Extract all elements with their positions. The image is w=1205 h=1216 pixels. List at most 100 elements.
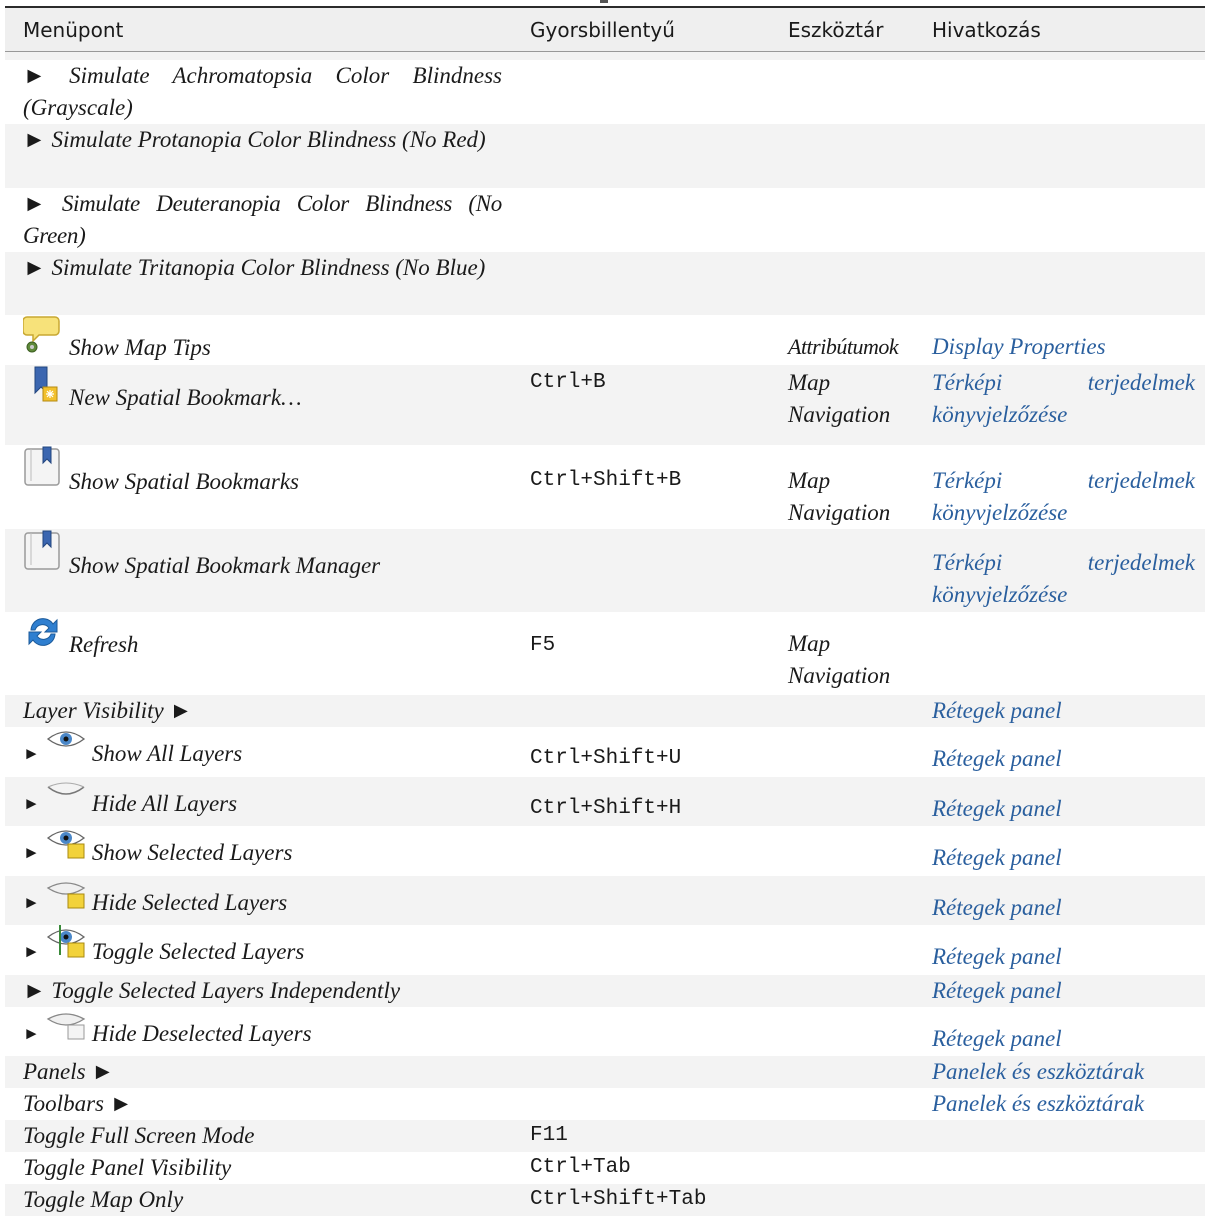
menu-item-label: Hide All Layers [91,791,238,816]
toolbar-cell [778,529,922,612]
menu-item-label: Toolbars ► [5,1088,512,1120]
shortcut-cell [512,925,778,975]
shortcut-cell [512,876,778,925]
new-bookmark-icon [23,365,63,414]
menu-item-cell: ► Hide All Layers [5,777,512,826]
table-row: ► Toggle Selected Layers Independently R… [5,975,1205,1007]
header-menupont: Menüpont [5,6,512,52]
menu-item-label: ► Toggle Selected Layers Independently [5,975,512,1007]
link-cell[interactable] [922,188,1205,252]
submenu-arrow: ► [23,1024,40,1043]
refresh-icon [23,612,63,661]
menu-item-cell: Refresh [5,612,512,695]
eye-closed-selected-icon [46,876,86,919]
menu-reference-table: Menüpont Gyorsbillentyű Eszköztár Hivatk… [5,6,1205,1216]
link-cell[interactable]: Rétegek panel [922,695,1205,727]
menu-item-cell: New Spatial Bookmark… [5,365,512,445]
menu-item-label: Hide Deselected Layers [91,1021,312,1046]
toolbar-cell [778,695,922,727]
shortcut-cell [512,695,778,727]
menu-item-label: Show Selected Layers [91,840,293,865]
toolbar-cell [778,975,922,1007]
bookmarks-icon [23,445,63,498]
toolbar-cell [778,60,922,124]
toolbar-cell [778,826,922,876]
menu-item-label: ► Simulate Tritanopia Color Blindness (N… [5,252,512,315]
link-cell[interactable]: Térképi terjedelmek könyvjelzőzése [922,445,1205,529]
menu-item-label: Show All Layers [91,741,243,766]
shortcut-cell [512,1056,778,1088]
menu-item-label: Hide Selected Layers [91,890,288,915]
header-toolbar: Eszköztár [778,6,922,52]
shortcut-cell: Ctrl+Shift+B [512,445,778,529]
shortcut-cell [512,1007,778,1056]
table-row: ► Simulate Tritanopia Color Blindness (N… [5,252,1205,315]
link-cell[interactable]: Térképi terjedelmek könyvjelzőzése [922,529,1205,612]
table-row: Show Map Tips Attribútumok Display Prope… [5,315,1205,365]
toolbar-cell: Map Navigation [778,365,922,445]
shortcut-cell: Ctrl+Tab [512,1152,778,1184]
menu-item-label: New Spatial Bookmark… [69,385,302,410]
shortcut-cell: Ctrl+Shift+Tab [512,1184,778,1216]
table-row: ► Simulate Achromatopsia Color Blindness… [5,60,1205,124]
menu-item-label: Show Spatial Bookmarks [69,469,299,494]
menu-item-cell: ► Show All Layers [5,727,512,777]
header-link: Hivatkozás [922,6,1205,52]
link-cell[interactable] [922,124,1205,188]
table-row: Refresh F5 Map Navigation [5,612,1205,695]
toolbar-cell [778,1056,922,1088]
link-cell[interactable]: Panelek és eszköztárak [922,1088,1205,1120]
link-cell[interactable] [922,1120,1205,1152]
link-cell[interactable] [922,1152,1205,1184]
shortcut-cell: Ctrl+Shift+U [512,727,778,777]
shortcut-cell [512,975,778,1007]
menu-item-label: Refresh [69,632,139,657]
link-cell[interactable]: Rétegek panel [922,876,1205,925]
shortcut-cell: Ctrl+B [512,365,778,445]
table-row: ► Toggle Selected Layers Rétegek panel [5,925,1205,975]
toolbar-cell [778,252,922,315]
link-cell[interactable] [922,1184,1205,1216]
link-cell[interactable]: Rétegek panel [922,777,1205,826]
link-cell[interactable]: Panelek és eszköztárak [922,1056,1205,1088]
header-shortcut: Gyorsbillentyű [512,6,778,52]
link-cell[interactable]: Rétegek panel [922,925,1205,975]
menu-item-label: Toggle Full Screen Mode [5,1120,512,1152]
submenu-arrow: ► [23,942,40,961]
menu-item-cell: Show Spatial Bookmark Manager [5,529,512,612]
link-cell[interactable] [922,60,1205,124]
eye-closed-deselected-icon [46,1007,86,1050]
shortcut-cell: F11 [512,1120,778,1152]
toolbar-cell [778,777,922,826]
menu-item-cell: ► Hide Deselected Layers [5,1007,512,1056]
link-cell[interactable]: Rétegek panel [922,826,1205,876]
shortcut-cell [512,60,778,124]
shortcut-cell [512,188,778,252]
toolbar-cell [778,1088,922,1120]
menu-item-label: Panels ► [5,1056,512,1088]
link-cell[interactable]: Rétegek panel [922,727,1205,777]
menu-item-label: Layer Visibility ► [5,695,512,727]
table-row: Show Spatial Bookmark Manager Térképi te… [5,529,1205,612]
link-cell[interactable]: Térképi terjedelmek könyvjelzőzése [922,365,1205,445]
link-cell[interactable]: Rétegek panel [922,1007,1205,1056]
menu-item-cell: ► Toggle Selected Layers [5,925,512,975]
shortcut-cell: Ctrl+Shift+H [512,777,778,826]
shortcut-cell [512,1088,778,1120]
link-cell[interactable]: Display Properties [922,315,1205,365]
table-row: Toggle Full Screen Mode F11 [5,1120,1205,1152]
menu-item-label: Show Map Tips [69,335,211,360]
toolbar-cell: Map Navigation [778,612,922,695]
link-cell[interactable]: Rétegek panel [922,975,1205,1007]
link-cell[interactable] [922,252,1205,315]
toolbar-cell: Attribútumok [778,315,922,365]
link-cell[interactable] [922,612,1205,695]
toolbar-cell [778,925,922,975]
submenu-arrow: ► [23,893,40,912]
map-tips-icon [22,315,63,364]
table-row: Toggle Panel Visibility Ctrl+Tab [5,1152,1205,1184]
shortcut-cell [512,826,778,876]
table-row: ► Hide All Layers Ctrl+Shift+H Rétegek p… [5,777,1205,826]
toolbar-cell: Map Navigation [778,445,922,529]
table-row: Toolbars ► Panelek és eszköztárak [5,1088,1205,1120]
